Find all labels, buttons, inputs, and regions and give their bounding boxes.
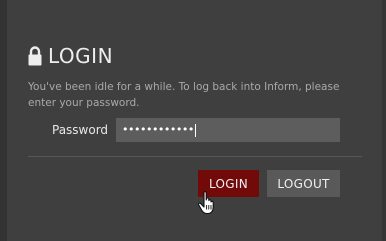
password-value: •••••••••••• <box>122 123 194 136</box>
dialog-title: LOGIN <box>48 44 114 68</box>
idle-message: You've been idle for a while. To log bac… <box>28 81 340 109</box>
divider <box>28 156 362 157</box>
text-caret <box>194 123 196 137</box>
password-input[interactable]: •••••••••••• <box>116 118 340 142</box>
dialog-header: LOGIN <box>27 44 113 68</box>
hand-pointer-icon <box>197 190 219 216</box>
backdrop-left <box>0 0 7 241</box>
page: LOGIN You've been idle for a while. To l… <box>0 0 386 241</box>
password-label: Password <box>52 123 109 137</box>
lock-icon <box>27 45 43 67</box>
logout-button[interactable]: LOGOUT <box>267 170 340 197</box>
backdrop-right <box>382 0 386 241</box>
